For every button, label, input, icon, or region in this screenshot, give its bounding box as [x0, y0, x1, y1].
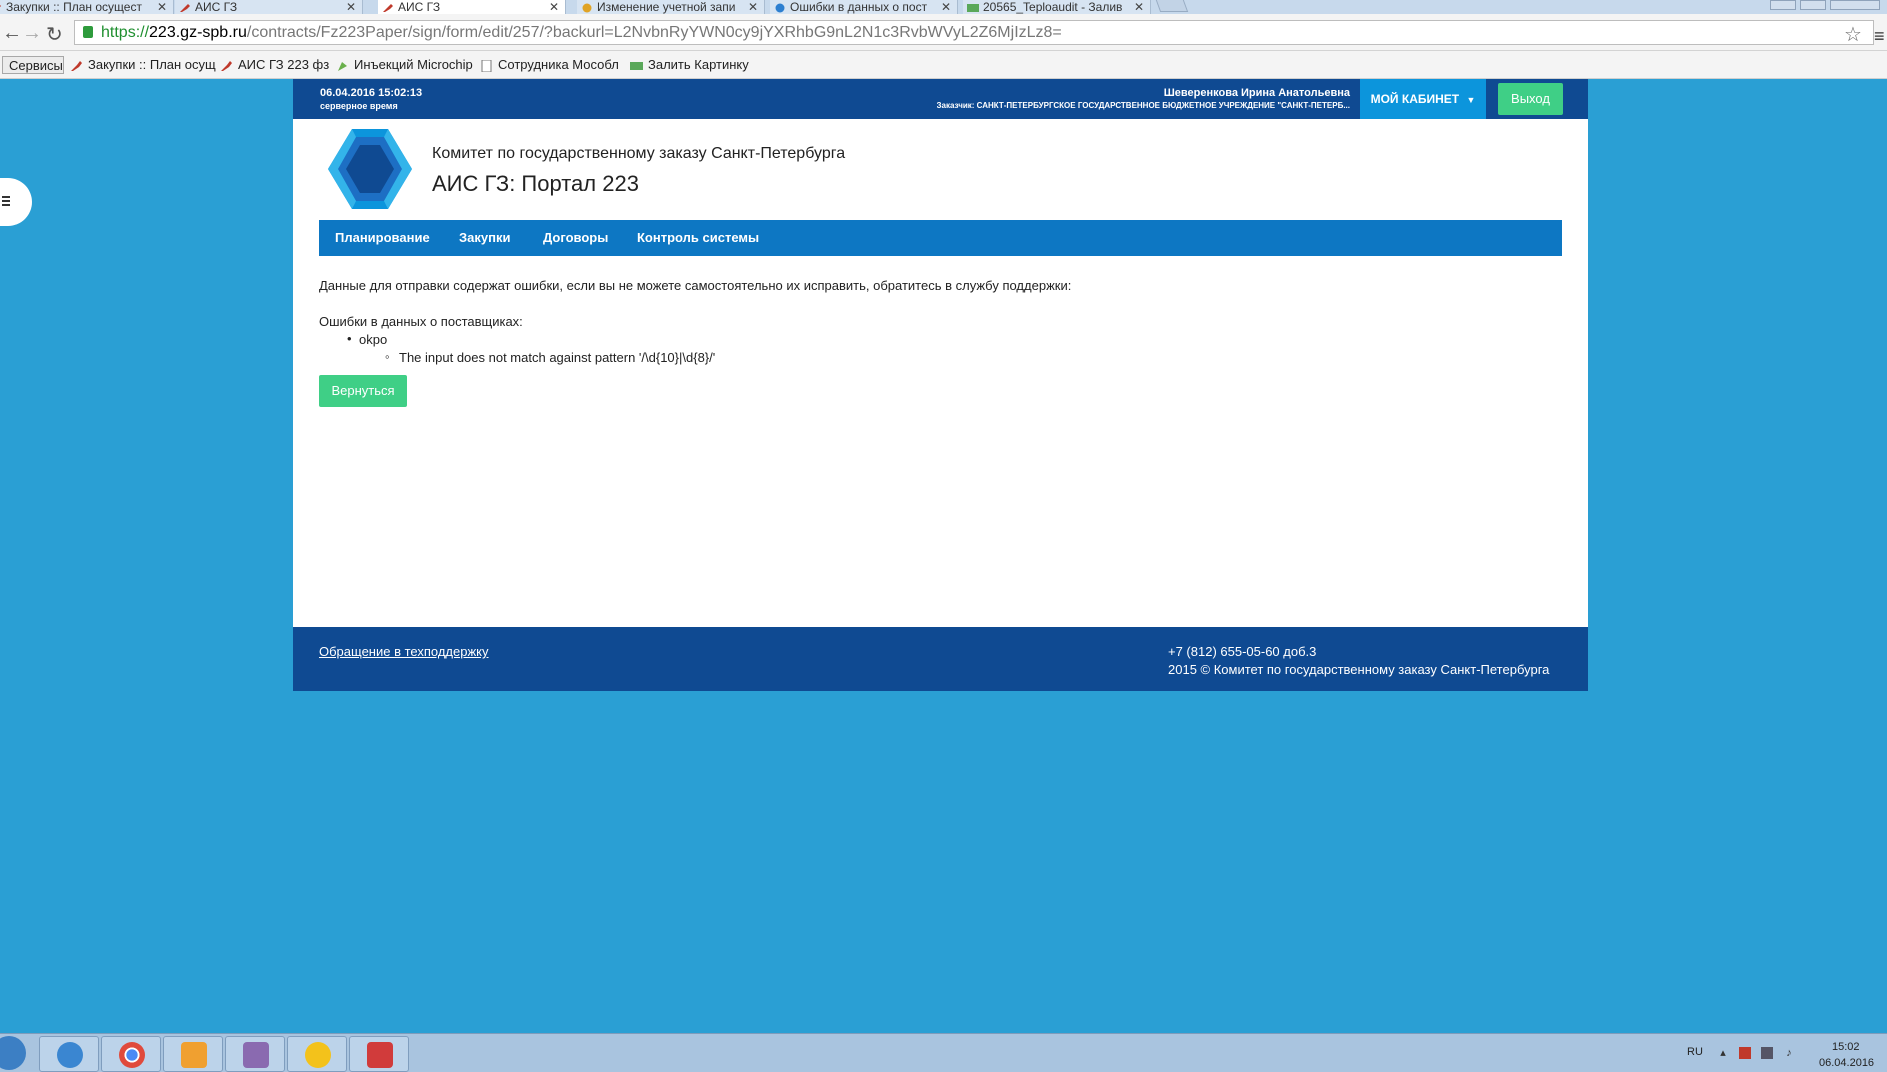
close-icon[interactable]: ✕: [941, 0, 951, 14]
browser-tab-strip: Закупки :: План осущест ✕ АИС ГЗ ✕ АИС Г…: [0, 0, 1887, 14]
user-name: Шеверенкова Ирина Анатольевна: [1163, 87, 1350, 99]
new-tab-button[interactable]: [1155, 0, 1189, 12]
browser-tab[interactable]: Закупки :: План осущест ✕: [0, 0, 174, 14]
close-icon[interactable]: ✕: [549, 0, 559, 14]
close-icon[interactable]: ✕: [346, 0, 356, 14]
internet-explorer-icon: [57, 1042, 83, 1068]
back-button[interactable]: Вернуться: [319, 375, 407, 407]
taskbar-ie[interactable]: [39, 1036, 99, 1072]
flag-icon[interactable]: [1739, 1047, 1751, 1059]
logout-button[interactable]: Выход: [1498, 83, 1563, 115]
network-icon[interactable]: [1761, 1047, 1773, 1059]
error-field-name: okpo: [347, 331, 387, 347]
globe-icon: [774, 2, 786, 13]
my-cabinet-dropdown[interactable]: МОЙ КАБИНЕТ ▼: [1360, 79, 1486, 119]
sidebar-toggle-button[interactable]: [0, 178, 32, 226]
forward-arrow-icon[interactable]: →: [22, 22, 42, 45]
tool-icon: [382, 2, 394, 12]
taskbar-archiver[interactable]: [225, 1036, 285, 1072]
bookmark-item[interactable]: Сотрудника Мособл: [480, 56, 619, 74]
tool-icon: [0, 2, 2, 12]
tool-icon: [70, 59, 83, 71]
bookmark-services[interactable]: Сервисы: [2, 56, 64, 74]
close-icon[interactable]: ✕: [1134, 0, 1144, 14]
portal-title: АИС ГЗ: Портал 223: [432, 171, 639, 196]
organization-name: Комитет по государственному заказу Санкт…: [432, 145, 846, 162]
browser-menu-icon[interactable]: ≡: [1874, 26, 1885, 47]
bookmarks-bar: Сервисы Закупки :: План осущ АИС ГЗ 223 …: [0, 51, 1887, 79]
server-time-label: серверное время: [320, 101, 398, 111]
taskbar-media-player[interactable]: [163, 1036, 223, 1072]
archive-icon: [243, 1042, 269, 1068]
browser-tab[interactable]: 20565_Teploaudit - Залив ✕: [963, 0, 1151, 14]
browser-tab[interactable]: Изменение учетной запи ✕: [577, 0, 765, 14]
volume-icon[interactable]: ♪: [1783, 1047, 1795, 1059]
minimize-button[interactable]: [1770, 0, 1796, 10]
browser-tab[interactable]: АИС ГЗ ✕: [175, 0, 363, 14]
maximize-button[interactable]: [1800, 0, 1826, 10]
bookmark-item[interactable]: Залить Картинку: [630, 56, 749, 74]
errors-heading: Ошибки в данных о поставщиках:: [319, 314, 523, 329]
close-icon[interactable]: ✕: [748, 0, 758, 14]
support-phone: +7 (812) 655-05-60 доб.3: [1168, 644, 1317, 659]
menu-item-purchases[interactable]: Закупки: [459, 220, 510, 256]
committee-logo[interactable]: [322, 127, 418, 211]
bookmark-item[interactable]: АИС ГЗ 223 фз: [220, 56, 329, 74]
pdf-icon: [367, 1042, 393, 1068]
taskbar-pdf[interactable]: [349, 1036, 409, 1072]
media-player-icon: [181, 1042, 207, 1068]
menu-item-contracts[interactable]: Договоры: [543, 220, 608, 256]
language-indicator[interactable]: RU: [1687, 1046, 1703, 1058]
server-datetime: 06.04.2016 15:02:13: [320, 87, 423, 99]
error-message: Данные для отправки содержат ошибки, есл…: [319, 278, 1072, 293]
hamburger-icon: [2, 196, 10, 206]
browser-tab[interactable]: Ошибки в данных о пост ✕: [770, 0, 958, 14]
menu-item-planning[interactable]: Планирование: [335, 220, 430, 256]
close-icon[interactable]: ✕: [157, 0, 167, 14]
menu-item-system-control[interactable]: Контроль системы: [637, 220, 759, 256]
tool-icon: [179, 2, 191, 12]
globe-icon: [581, 2, 593, 13]
error-detail: The input does not match against pattern…: [385, 349, 715, 365]
address-bar[interactable]: https://223.gz-spb.ru/contracts/Fz223Pap…: [74, 20, 1874, 45]
reload-icon[interactable]: ↻: [46, 22, 63, 47]
browser-toolbar: ← → ↻ https://223.gz-spb.ru/contracts/Fz…: [0, 14, 1887, 51]
taskbar-chrome[interactable]: [101, 1036, 161, 1072]
footer: Обращение в техподдержку +7 (812) 655-05…: [293, 627, 1588, 691]
tool-icon: [220, 59, 233, 71]
chrome-icon: [119, 1042, 145, 1068]
clock-date[interactable]: 06.04.2016: [1819, 1057, 1874, 1069]
main-menu: Планирование Закупки Договоры Контроль с…: [319, 220, 1562, 256]
top-header-bar: 06.04.2016 15:02:13 серверное время Шеве…: [293, 79, 1588, 119]
bookmark-star-icon[interactable]: ☆: [1844, 22, 1862, 47]
back-arrow-icon[interactable]: ←: [2, 22, 22, 45]
windows-taskbar: RU ▴ ♪ 15:02 06.04.2016: [0, 1033, 1887, 1072]
close-window-button[interactable]: [1830, 0, 1880, 10]
page-icon: [480, 59, 493, 73]
copyright: 2015 © Комитет по государственному заказ…: [1168, 662, 1550, 677]
browser-tab-active[interactable]: АИС ГЗ ✕: [378, 0, 566, 14]
clock-time[interactable]: 15:02: [1832, 1041, 1860, 1053]
portal-page: 06.04.2016 15:02:13 серверное время Шеве…: [293, 79, 1588, 691]
image-icon: [630, 59, 643, 71]
lock-icon: [83, 26, 93, 38]
bookmark-item[interactable]: Закупки :: План осущ: [70, 56, 216, 74]
taskbar-1c[interactable]: [287, 1036, 347, 1072]
leaf-icon: [336, 59, 349, 71]
tray-expand-icon[interactable]: ▴: [1717, 1047, 1729, 1059]
customer-name: Заказчик: САНКТ-ПЕТЕРБУРГСКОЕ ГОСУДАРСТВ…: [936, 101, 1350, 110]
image-icon: [967, 2, 979, 12]
bookmark-item[interactable]: Инъекций Microchip: [336, 56, 473, 74]
start-button[interactable]: [0, 1036, 26, 1070]
support-link[interactable]: Обращение в техподдержку: [319, 644, 489, 659]
caret-down-icon: ▼: [1466, 95, 1476, 105]
1c-icon: [305, 1042, 331, 1068]
